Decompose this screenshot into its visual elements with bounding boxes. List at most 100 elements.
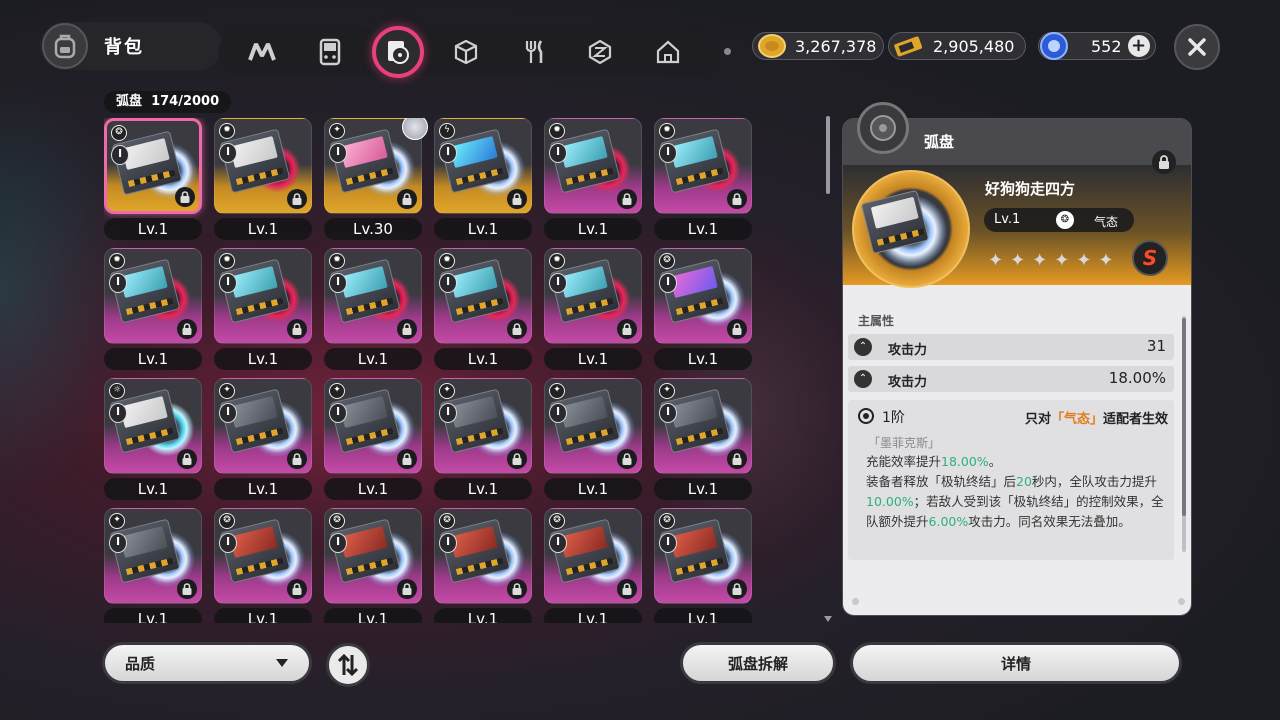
lock-icon[interactable] xyxy=(397,319,417,339)
rank-one-icon: I xyxy=(219,403,237,423)
lock-icon[interactable] xyxy=(175,187,195,207)
disc-level-label: Lv.1 xyxy=(214,608,312,623)
lock-icon[interactable] xyxy=(287,319,307,339)
gold-coin-icon xyxy=(758,34,786,58)
disc-level-label: Lv.1 xyxy=(654,218,752,240)
lock-icon[interactable] xyxy=(287,189,307,209)
disc-item[interactable]: ❂ I Lv.1 xyxy=(324,508,422,623)
disc-item[interactable]: ✦ I Lv.1 xyxy=(214,378,312,500)
disc-level-attribute-pill: Lv.1 ❂ 气态 xyxy=(984,208,1134,232)
lock-icon[interactable] xyxy=(507,579,527,599)
disc-card: ✹ I xyxy=(214,118,312,214)
lock-icon xyxy=(1159,155,1169,169)
lock-icon[interactable] xyxy=(617,579,637,599)
tab-badge[interactable] xyxy=(580,32,620,72)
currency-gold: 3,267,378 xyxy=(752,32,884,60)
attribute-icon: ✦ xyxy=(329,383,345,399)
panel-bolt xyxy=(852,598,859,605)
disc-item[interactable]: ✦ I Lv.1 xyxy=(104,508,202,623)
tab-device[interactable] xyxy=(310,32,350,72)
equipped-agent-avatar xyxy=(402,118,428,140)
tab-cube[interactable] xyxy=(446,32,486,72)
lock-icon[interactable] xyxy=(397,579,417,599)
disc-item[interactable]: ✦ I Lv.30 xyxy=(324,118,428,240)
disc-item[interactable]: ❂ I Lv.1 xyxy=(544,508,642,623)
lock-icon[interactable] xyxy=(727,579,747,599)
tab-home[interactable] xyxy=(648,32,688,72)
lock-icon[interactable] xyxy=(397,189,417,209)
rank-one-icon: I xyxy=(659,403,677,423)
detail-button[interactable]: 详情 xyxy=(850,642,1182,684)
disc-item[interactable]: ✹ I Lv.1 xyxy=(654,118,752,240)
disc-item[interactable]: ✹ I Lv.1 xyxy=(324,248,422,370)
close-button[interactable] xyxy=(1174,24,1220,70)
disc-level-label: Lv.1 xyxy=(544,218,642,240)
lock-icon[interactable] xyxy=(727,189,747,209)
disc-name: 好狗狗走四方 xyxy=(985,180,1076,198)
sort-order-button[interactable] xyxy=(326,643,370,687)
disc-item[interactable]: ❂ I Lv.1 xyxy=(654,248,752,370)
lock-icon[interactable] xyxy=(507,189,527,209)
rank-one-icon: I xyxy=(659,273,677,293)
disc-item[interactable]: ✹ I Lv.1 xyxy=(104,248,202,370)
disc-item[interactable]: ✦ I Lv.1 xyxy=(654,378,752,500)
lock-icon[interactable] xyxy=(177,579,197,599)
lock-icon[interactable] xyxy=(617,189,637,209)
disc-item[interactable]: ❂ I Lv.1 xyxy=(104,118,202,240)
attack-icon: ⌃ xyxy=(854,370,872,388)
disc-item[interactable]: ☼ I Lv.1 xyxy=(104,378,202,500)
refine-stars: ✦✦✦✦✦✦ xyxy=(988,250,1121,271)
disc-card: ❂ I xyxy=(324,508,422,604)
disc-item[interactable]: ✦ I Lv.1 xyxy=(324,378,422,500)
disc-card: ❂ I xyxy=(654,508,752,604)
disc-item[interactable]: ✦ I Lv.1 xyxy=(434,378,532,500)
disc-card: ✹ I xyxy=(544,248,642,344)
rank-one-icon: I xyxy=(219,273,237,293)
lock-icon[interactable] xyxy=(287,449,307,469)
disc-card: ✹ I xyxy=(104,248,202,344)
lock-icon[interactable] xyxy=(507,449,527,469)
lock-icon[interactable] xyxy=(397,449,417,469)
disc-level-label: Lv.1 xyxy=(324,608,422,623)
grid-scrollbar-thumb[interactable] xyxy=(826,116,830,194)
disc-level-label: Lv.1 xyxy=(434,608,532,623)
disc-item[interactable]: ✹ I Lv.1 xyxy=(544,118,642,240)
disc-item[interactable]: ❂ I Lv.1 xyxy=(434,508,532,623)
detail-lock-button[interactable] xyxy=(1152,150,1176,174)
disc-item[interactable]: ❂ I Lv.1 xyxy=(214,508,312,623)
lock-icon[interactable] xyxy=(287,579,307,599)
attribute-icon: ❂ xyxy=(659,513,675,529)
add-crystal-button[interactable]: + xyxy=(1127,35,1150,57)
lock-icon[interactable] xyxy=(507,319,527,339)
scroll-down-arrow-icon[interactable] xyxy=(824,616,832,622)
disc-card: ✦ I xyxy=(324,378,422,474)
tab-disc[interactable] xyxy=(372,26,424,78)
lock-icon[interactable] xyxy=(617,449,637,469)
attribute-icon: ✹ xyxy=(109,253,125,269)
disc-level-label: Lv.1 xyxy=(544,608,642,623)
attribute-icon: ❂ xyxy=(329,513,345,529)
disc-item[interactable]: ❂ I Lv.1 xyxy=(654,508,752,623)
disc-item[interactable]: ✦ I Lv.1 xyxy=(544,378,642,500)
disc-item[interactable]: ✹ I Lv.1 xyxy=(434,248,532,370)
quality-filter-dropdown[interactable]: 品质 xyxy=(102,642,312,684)
tab-n-logo[interactable] xyxy=(242,32,282,72)
lock-icon[interactable] xyxy=(727,319,747,339)
attack-icon: ⌃ xyxy=(854,338,872,356)
lock-icon[interactable] xyxy=(727,449,747,469)
detail-scrollbar-thumb[interactable] xyxy=(1182,318,1186,516)
lock-icon[interactable] xyxy=(177,319,197,339)
disc-item[interactable]: ✹ I Lv.1 xyxy=(544,248,642,370)
disc-item[interactable]: ✹ I Lv.1 xyxy=(214,248,312,370)
disc-level-label: Lv.1 xyxy=(214,218,312,240)
disc-card: ✦ I xyxy=(104,508,202,604)
page-title: 背包 xyxy=(104,37,144,58)
tab-food[interactable] xyxy=(514,32,554,72)
disc-item[interactable]: ϟ I Lv.1 xyxy=(434,118,532,240)
lock-icon[interactable] xyxy=(177,449,197,469)
attribute-icon: ✦ xyxy=(439,383,455,399)
tier-label: 1阶 xyxy=(882,410,905,426)
disc-item[interactable]: ✹ I Lv.1 xyxy=(214,118,312,240)
lock-icon[interactable] xyxy=(617,319,637,339)
dismantle-button[interactable]: 弧盘拆解 xyxy=(680,642,836,684)
